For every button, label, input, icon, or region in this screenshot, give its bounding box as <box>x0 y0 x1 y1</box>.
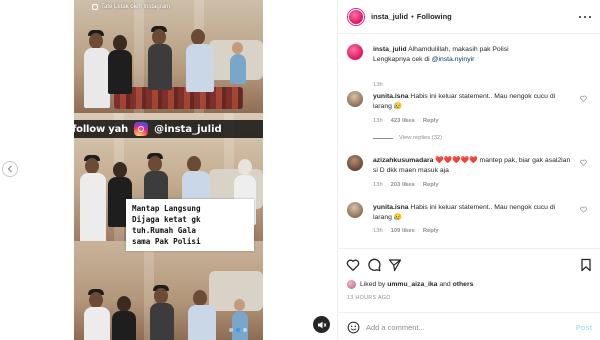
more-options-button[interactable] <box>579 12 591 22</box>
follow-text: follow yah <box>74 123 129 135</box>
comment-text: azizahkusumadara ❤️❤️❤️❤️❤️ mantep pak, … <box>373 156 573 175</box>
tag-label-text: Tate Letak oleh Instagram <box>101 4 171 10</box>
view-replies-button[interactable]: View replies (32) <box>373 135 442 141</box>
caption-body: Alhamdulillah, makasih pak Polisi <box>408 46 509 53</box>
more-icon <box>579 16 581 18</box>
chevron-left-icon <box>7 165 12 173</box>
liked-by-prefix: Liked by <box>360 281 388 288</box>
follow-banner: follow yah @insta_julid <box>74 120 263 138</box>
video-caption-text: Mantap Langsung Dijaga ketat gk tuh.Ruma… <box>126 199 254 251</box>
comment-meta: 13h 109 likes Reply <box>373 228 439 234</box>
mute-button[interactable] <box>313 316 330 333</box>
video-frame-bottom <box>74 241 263 340</box>
comment-text: yunita.isna Habis ini keluar statement..… <box>373 92 573 111</box>
comment-meta: 13h 203 likes Reply <box>373 182 439 188</box>
action-icons <box>346 258 593 272</box>
post-header: insta_julid • Following <box>338 0 600 34</box>
share-button[interactable] <box>388 258 402 272</box>
instagram-icon <box>134 122 149 136</box>
heart-icon[interactable] <box>580 206 587 213</box>
post-caption: insta_julid Alhamdulillah, makasih pak P… <box>347 44 593 88</box>
carousel-dot-active <box>236 328 240 332</box>
like-button[interactable] <box>346 258 360 272</box>
heart-icon[interactable] <box>580 159 587 166</box>
caption-username[interactable]: insta_julid <box>373 46 407 53</box>
avatar[interactable] <box>347 91 363 107</box>
avatar[interactable] <box>348 8 364 25</box>
comment-likes[interactable]: 203 likes <box>391 182 415 188</box>
bookmark-icon <box>581 258 591 272</box>
comment-time: 13h <box>373 182 383 188</box>
carousel-dots <box>229 328 247 332</box>
avatar[interactable] <box>347 280 356 289</box>
comment-likes[interactable]: 109 likes <box>391 228 415 234</box>
comments-list: insta_julid Alhamdulillah, makasih pak P… <box>338 34 600 248</box>
comment-username[interactable]: yunita.isna <box>373 204 409 211</box>
comment-text: yunita.isna Habis ini keluar statement..… <box>373 203 573 222</box>
header-username[interactable]: insta_julid <box>371 12 408 21</box>
comment-icon <box>368 258 381 272</box>
media-tag-label: Tate Letak oleh Instagram <box>92 4 170 10</box>
comment-input[interactable] <box>366 320 566 335</box>
carousel-dot <box>229 328 233 332</box>
heart-icon[interactable] <box>580 95 587 102</box>
caption-mention-link[interactable]: @insta.nyinyir <box>432 56 475 63</box>
liked-by-user[interactable]: ummu_aiza_ika <box>387 281 437 288</box>
caption-body-2: Lengkapnya cek di <box>373 55 432 63</box>
comment-meta: 13h 423 likes Reply <box>373 118 439 124</box>
media-gap <box>263 0 337 340</box>
view-replies-label: View replies (32) <box>399 135 443 141</box>
comment-button[interactable] <box>367 258 381 272</box>
share-icon <box>388 259 402 272</box>
list-item: yunita.isna Habis ini keluar statement..… <box>347 202 593 242</box>
avatar[interactable] <box>347 155 363 171</box>
comment-username[interactable]: azizahkusumadara <box>373 157 433 164</box>
avatar[interactable] <box>347 44 363 60</box>
reply-button[interactable]: Reply <box>423 228 439 234</box>
heart-icon <box>346 259 360 271</box>
video-frame-top: Tate Letak oleh Instagram <box>74 0 263 113</box>
liked-by: Liked by ummu_aiza_ika and others <box>347 280 473 289</box>
caption-text: insta_julid Alhamdulillah, makasih pak P… <box>373 45 573 64</box>
liked-by-others[interactable]: others <box>453 281 474 288</box>
carousel-dot <box>243 328 247 332</box>
post-time: 13 HOURS AGO <box>347 295 391 301</box>
reply-button[interactable]: Reply <box>423 118 439 124</box>
following-button[interactable]: Following <box>417 12 452 21</box>
caption-time: 13h <box>373 82 383 88</box>
emoji-icon[interactable] <box>347 321 360 334</box>
caption-meta: 13h <box>373 82 383 88</box>
avatar[interactable] <box>347 202 363 218</box>
post-actions: Liked by ummu_aiza_ika and others 13 HOU… <box>338 248 600 340</box>
instagram-post-viewer: Tate Letak oleh Instagram follow yah @in… <box>0 0 600 340</box>
previous-post-button[interactable] <box>2 161 18 177</box>
comment-time: 13h <box>373 228 383 234</box>
post-comment-button[interactable]: Post <box>576 323 592 332</box>
list-item: azizahkusumadara ❤️❤️❤️❤️❤️ mantep pak, … <box>347 155 593 193</box>
follow-handle: @insta_julid <box>154 123 222 135</box>
left-gutter <box>0 0 74 340</box>
comment-hearts: ❤️❤️❤️❤️❤️ <box>435 157 478 164</box>
header-separator: • <box>411 12 414 21</box>
list-item: yunita.isna Habis ini keluar statement..… <box>347 91 593 147</box>
add-comment-bar: Post <box>338 312 600 340</box>
comment-time: 13h <box>373 118 383 124</box>
liked-by-connector: and <box>437 281 453 288</box>
post-sidebar: insta_julid • Following insta_julid Alha… <box>337 0 600 340</box>
comment-likes[interactable]: 423 likes <box>391 118 415 124</box>
mute-icon <box>317 321 326 328</box>
comment-username[interactable]: yunita.isna <box>373 93 409 100</box>
post-media[interactable]: Tate Letak oleh Instagram follow yah @in… <box>74 0 263 340</box>
save-button[interactable] <box>579 258 593 272</box>
instagram-icon <box>92 4 98 10</box>
reply-button[interactable]: Reply <box>423 182 439 188</box>
